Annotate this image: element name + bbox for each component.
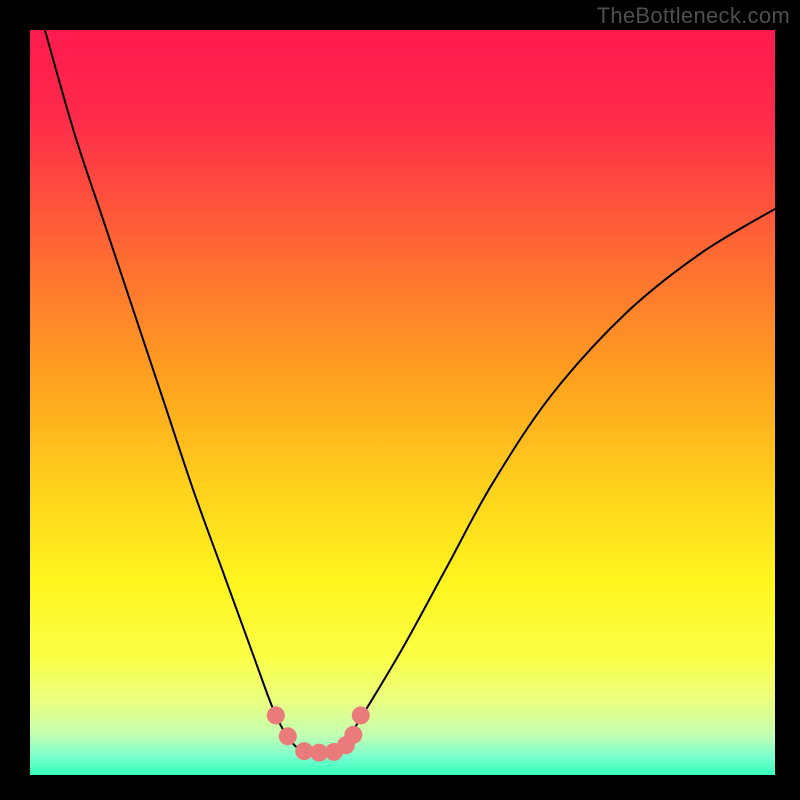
marker-dot <box>344 726 362 744</box>
plot-area <box>30 30 775 775</box>
watermark-text: TheBottleneck.com <box>597 3 790 29</box>
gradient-background <box>30 30 775 775</box>
chart-root: TheBottleneck.com <box>0 0 800 800</box>
marker-dot <box>279 727 297 745</box>
marker-dot <box>352 706 370 724</box>
plot-svg <box>30 30 775 775</box>
marker-dot <box>267 706 285 724</box>
